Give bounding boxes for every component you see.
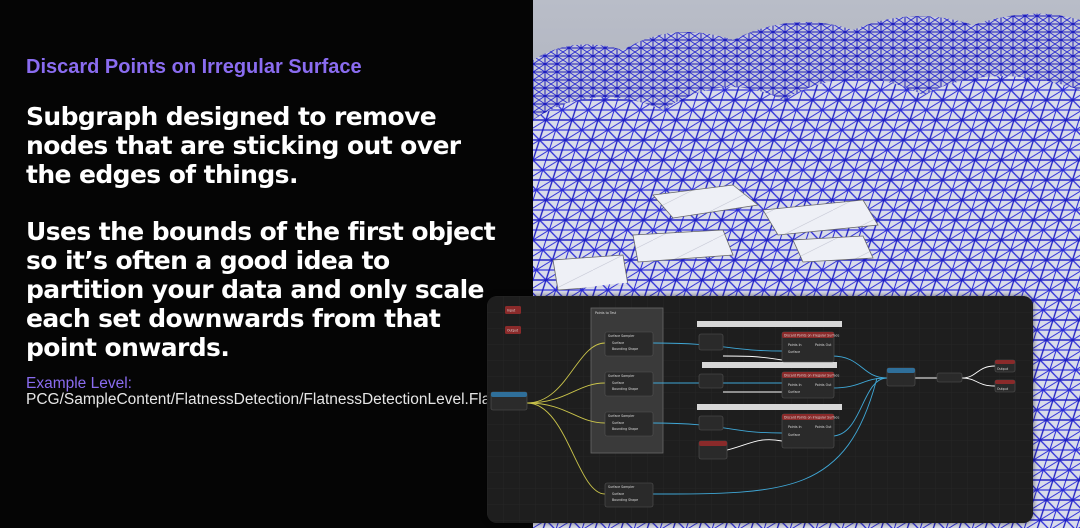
svg-text:Points In: Points In bbox=[788, 425, 802, 429]
svg-text:Output: Output bbox=[997, 387, 1009, 391]
svg-text:Points In: Points In bbox=[788, 383, 802, 387]
svg-text:Bounding Shape: Bounding Shape bbox=[612, 498, 638, 502]
surface-sampler-node-1[interactable]: Surface Sampler Surface Bounding Shape bbox=[604, 331, 654, 357]
surface-sampler-node-4[interactable]: Surface Sampler Surface Bounding Shape bbox=[604, 482, 654, 508]
example-level: Example Level: PCG/SampleContent/Flatnes… bbox=[26, 375, 633, 408]
svg-text:Discard Points on Irregular Su: Discard Points on Irregular Surface bbox=[784, 374, 839, 378]
example-level-label: Example Level: bbox=[26, 375, 132, 392]
svg-text:Discard Points on Irregular Su: Discard Points on Irregular Surface bbox=[784, 334, 839, 338]
note-bar-1 bbox=[697, 321, 842, 327]
reroute-node[interactable] bbox=[936, 372, 963, 383]
pcg-graph[interactable]: Points to Test Input Output Surface Samp… bbox=[487, 296, 1033, 523]
svg-text:Points Out: Points Out bbox=[815, 425, 832, 429]
get-landscape-data-node[interactable] bbox=[490, 391, 528, 411]
svg-text:Points In: Points In bbox=[788, 343, 802, 347]
svg-text:Input: Input bbox=[507, 309, 516, 313]
headline-description: Subgraph designed to remove nodes that a… bbox=[26, 102, 461, 189]
svg-text:Discard Points on Irregular Su: Discard Points on Irregular Surface bbox=[784, 416, 839, 420]
pcg-graph-panel[interactable]: Points to Test Input Output Surface Samp… bbox=[487, 296, 1033, 523]
note-bar-2 bbox=[702, 362, 837, 368]
text-panel: Discard Points on Irregular Surface Subg… bbox=[0, 0, 633, 528]
svg-text:Output: Output bbox=[997, 367, 1009, 371]
svg-text:Surface: Surface bbox=[612, 381, 624, 385]
svg-text:Surface Sampler: Surface Sampler bbox=[608, 485, 635, 489]
surface-sampler-node-2[interactable]: Surface Sampler Surface Bounding Shape bbox=[604, 371, 654, 397]
comment-title: Points to Test bbox=[595, 311, 617, 315]
helper-node-1[interactable] bbox=[698, 333, 724, 351]
discard-node-3[interactable]: Discard Points on Irregular Surface Poin… bbox=[781, 413, 839, 449]
slide-kicker: Discard Points on Irregular Surface bbox=[26, 56, 362, 78]
svg-text:Surface: Surface bbox=[788, 390, 800, 394]
svg-text:Surface Sampler: Surface Sampler bbox=[608, 374, 635, 378]
note-bar-3 bbox=[697, 404, 842, 410]
svg-text:Points Out: Points Out bbox=[815, 383, 832, 387]
svg-text:Surface: Surface bbox=[788, 433, 800, 437]
svg-text:Surface: Surface bbox=[788, 350, 800, 354]
discard-node-1[interactable]: Discard Points on Irregular Surface Poin… bbox=[781, 331, 839, 363]
graph-output-node[interactable]: Output bbox=[505, 326, 521, 334]
helper-node-2[interactable] bbox=[698, 373, 724, 389]
svg-text:Surface: Surface bbox=[612, 341, 624, 345]
svg-text:Output: Output bbox=[507, 329, 519, 333]
surface-sampler-node-3[interactable]: Surface Sampler Surface Bounding Shape bbox=[604, 411, 654, 437]
svg-text:Surface: Surface bbox=[612, 492, 624, 496]
graph-input-node[interactable]: Input bbox=[505, 306, 521, 314]
svg-text:Bounding Shape: Bounding Shape bbox=[612, 427, 638, 431]
svg-text:Surface: Surface bbox=[612, 421, 624, 425]
helper-node-3[interactable] bbox=[698, 415, 724, 431]
svg-text:Bounding Shape: Bounding Shape bbox=[612, 347, 638, 351]
graph-output-2[interactable]: Output bbox=[994, 379, 1016, 393]
graph-output-1[interactable]: Output bbox=[994, 359, 1016, 373]
headline-usage: Uses the bounds of the first object so i… bbox=[26, 217, 496, 362]
svg-text:Bounding Shape: Bounding Shape bbox=[612, 387, 638, 391]
svg-text:Surface Sampler: Surface Sampler bbox=[608, 414, 635, 418]
svg-text:Points Out: Points Out bbox=[815, 343, 832, 347]
discard-node-2[interactable]: Discard Points on Irregular Surface Poin… bbox=[781, 371, 839, 399]
svg-text:Surface Sampler: Surface Sampler bbox=[608, 334, 635, 338]
